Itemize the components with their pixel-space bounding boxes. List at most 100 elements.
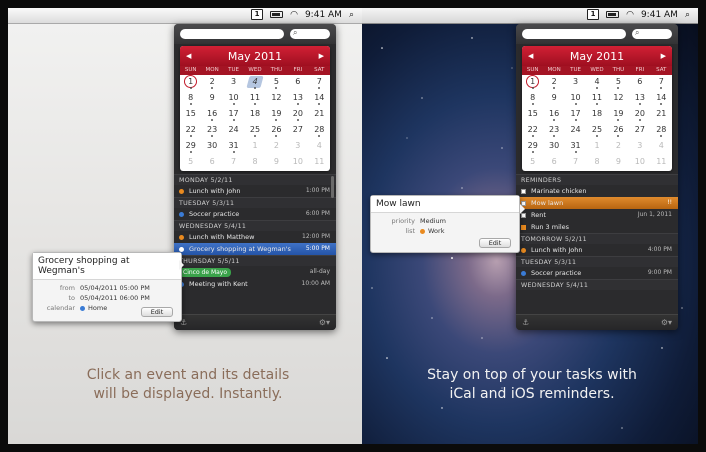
agenda-event[interactable]: Cinco de Mayo all-day	[174, 266, 336, 278]
agenda-event[interactable]: Lunch with John 1:00 PM	[174, 185, 336, 197]
wifi-icon[interactable]: ◠	[290, 10, 298, 20]
calendar-day[interactable]: 3	[223, 75, 244, 91]
calendar-day[interactable]: 21	[651, 107, 672, 123]
calendar-day[interactable]: 10	[223, 91, 244, 107]
reminder-item[interactable]: Marinate chicken	[516, 185, 678, 197]
event-entry-input[interactable]	[522, 29, 626, 39]
calendar-day[interactable]: 30	[543, 139, 564, 155]
calendar-day[interactable]: 4	[586, 75, 607, 91]
calendar-day[interactable]: 7	[565, 155, 586, 171]
calendar-day[interactable]: 2	[543, 75, 564, 91]
next-month-button[interactable]: ▶	[661, 52, 666, 60]
agenda-event[interactable]: Lunch with Matthew 12:00 PM	[174, 231, 336, 243]
calendar-day[interactable]: 2	[608, 139, 629, 155]
calendar-day[interactable]: 25	[586, 123, 607, 139]
reminder-item-selected[interactable]: Mow lawn!!	[516, 197, 678, 209]
calendar-day[interactable]: 9	[543, 91, 564, 107]
scrollbar[interactable]	[331, 176, 334, 198]
calendar-day[interactable]: 16	[543, 107, 564, 123]
calendar-day[interactable]: 15	[180, 107, 201, 123]
calendar-day[interactable]: 18	[586, 107, 607, 123]
calendar-day[interactable]: 20	[629, 107, 650, 123]
calendar-day[interactable]: 3	[287, 139, 308, 155]
calendar-day[interactable]: 12	[266, 91, 287, 107]
calendar-day[interactable]: 5	[266, 75, 287, 91]
reminder-item[interactable]: Rent Jun 1, 2011	[516, 209, 678, 221]
calendar-day[interactable]: 31	[223, 139, 244, 155]
calendar-day[interactable]: 13	[287, 91, 308, 107]
battery-icon[interactable]	[606, 11, 620, 18]
edit-button[interactable]: Edit	[141, 307, 173, 317]
edit-button[interactable]: Edit	[479, 238, 511, 248]
calendar-day[interactable]: 11	[244, 91, 265, 107]
calendar-day[interactable]: 22	[522, 123, 543, 139]
calendar-day[interactable]: 11	[651, 155, 672, 171]
calendar-day[interactable]: 10	[287, 155, 308, 171]
calendar-day[interactable]: 27	[629, 123, 650, 139]
calendar-day[interactable]: 1	[522, 75, 543, 91]
calendar-day[interactable]: 1	[586, 139, 607, 155]
calendar-day[interactable]: 16	[201, 107, 222, 123]
battery-icon[interactable]	[270, 11, 284, 18]
calendar-day[interactable]: 31	[565, 139, 586, 155]
search-input[interactable]: ⌕	[290, 28, 330, 39]
spotlight-search-icon[interactable]: ⌕	[685, 10, 690, 20]
calendar-day[interactable]: 17	[223, 107, 244, 123]
calendar-day[interactable]: 7	[223, 155, 244, 171]
clock-time[interactable]: 9:41 AM	[641, 10, 678, 20]
reminder-checkbox[interactable]	[521, 188, 526, 194]
calendar-day[interactable]: 24	[223, 123, 244, 139]
calendar-day[interactable]: 17	[565, 107, 586, 123]
calendar-day[interactable]: 23	[201, 123, 222, 139]
reminder-checkbox[interactable]	[521, 224, 526, 230]
calendar-day[interactable]: 14	[309, 91, 330, 107]
calendar-day[interactable]: 21	[309, 107, 330, 123]
calendar-day[interactable]: 28	[309, 123, 330, 139]
calendar-day[interactable]: 26	[608, 123, 629, 139]
reminder-item[interactable]: Run 3 miles	[516, 221, 678, 233]
calendar-day[interactable]: 6	[287, 75, 308, 91]
clock-time[interactable]: 9:41 AM	[305, 10, 342, 20]
calendar-day[interactable]: 28	[651, 123, 672, 139]
calendar-day[interactable]: 14	[651, 91, 672, 107]
calendar-day[interactable]: 3	[629, 139, 650, 155]
calendar-day[interactable]: 22	[180, 123, 201, 139]
agenda-event[interactable]: Lunch with John 4:00 PM	[516, 244, 678, 256]
calendar-day[interactable]: 5	[522, 155, 543, 171]
calendar-day[interactable]: 10	[629, 155, 650, 171]
calendar-day[interactable]: 29	[522, 139, 543, 155]
calendar-day[interactable]: 15	[522, 107, 543, 123]
calendar-day[interactable]: 13	[629, 91, 650, 107]
calendar-day[interactable]: 6	[629, 75, 650, 91]
calendar-day[interactable]: 3	[565, 75, 586, 91]
calendar-day[interactable]: 20	[287, 107, 308, 123]
agenda-event-selected[interactable]: Grocery shopping at Wegman's 5:00 PM	[174, 243, 336, 255]
calendar-day[interactable]: 6	[201, 155, 222, 171]
calendar-day[interactable]: 11	[309, 155, 330, 171]
gear-icon[interactable]: ⚙▾	[661, 318, 672, 327]
spotlight-search-icon[interactable]: ⌕	[349, 10, 354, 20]
calendar-day[interactable]: 10	[565, 91, 586, 107]
calendar-day[interactable]: 11	[586, 91, 607, 107]
agenda-event[interactable]: Meeting with Kent 10:00 AM	[174, 278, 336, 290]
calendar-day[interactable]: 24	[565, 123, 586, 139]
wifi-icon[interactable]: ◠	[626, 10, 634, 20]
calendar-day[interactable]: 2	[201, 75, 222, 91]
calendar-day[interactable]: 4	[244, 75, 265, 91]
agenda-event[interactable]: Soccer practice 9:00 PM	[516, 267, 678, 279]
prev-month-button[interactable]: ◀	[528, 52, 533, 60]
search-input[interactable]: ⌕	[632, 28, 672, 39]
calendar-day[interactable]: 19	[608, 107, 629, 123]
calendar-day[interactable]: 9	[201, 91, 222, 107]
calendar-day[interactable]: 4	[309, 139, 330, 155]
calendar-day[interactable]: 6	[543, 155, 564, 171]
calendar-day[interactable]: 1	[244, 139, 265, 155]
calendar-day[interactable]: 5	[608, 75, 629, 91]
calendar-day[interactable]: 19	[266, 107, 287, 123]
calendar-menubar-icon[interactable]: 1	[587, 9, 600, 20]
event-entry-input[interactable]	[180, 29, 284, 39]
calendar-day[interactable]: 29	[180, 139, 201, 155]
calendar-menubar-icon[interactable]: 1	[251, 9, 264, 20]
calendar-day[interactable]: 7	[651, 75, 672, 91]
next-month-button[interactable]: ▶	[319, 52, 324, 60]
